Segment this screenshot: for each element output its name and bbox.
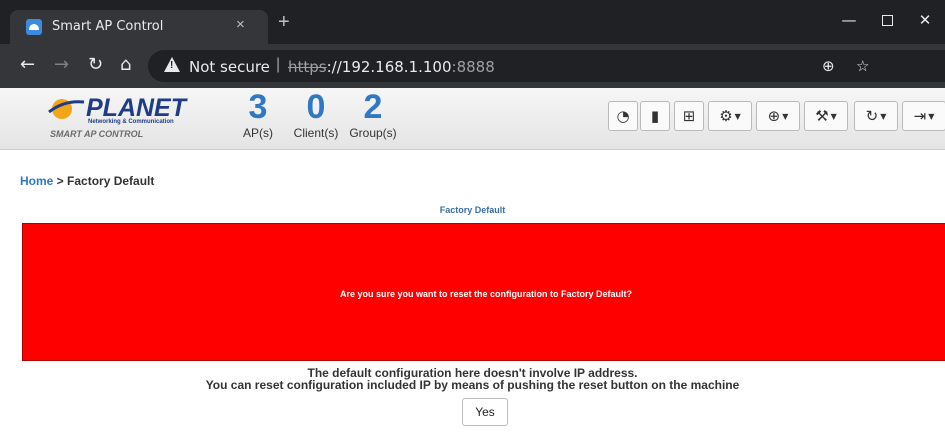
logout-menu-button[interactable]: ⇥ ▼ xyxy=(902,101,945,131)
chevron-down-icon: ▼ xyxy=(734,111,741,121)
maximize-button[interactable] xyxy=(870,8,904,32)
topology-button[interactable]: ⊞ xyxy=(674,101,704,131)
url-host: ://192.168.1.100 xyxy=(326,58,452,76)
yes-button[interactable]: Yes xyxy=(462,398,508,426)
tab-close-icon[interactable]: × xyxy=(236,16,245,33)
dashboard-button[interactable]: ◔ xyxy=(608,101,638,131)
aps-stat[interactable]: 3 AP(s) xyxy=(238,88,278,140)
factory-default-warning-box: Are you sure you want to reset the confi… xyxy=(22,223,945,361)
address-bar[interactable]: Not secure | https://192.168.1.100:8888 … xyxy=(148,50,945,82)
minimize-button[interactable]: — xyxy=(832,8,866,32)
tab-title: Smart AP Control xyxy=(52,19,164,34)
clients-label: Client(s) xyxy=(293,126,339,140)
not-secure-label[interactable]: Not secure xyxy=(189,58,270,76)
reset-note-line-2: You can reset configuration included IP … xyxy=(205,378,740,392)
topology-icon: ⊞ xyxy=(682,107,696,125)
statistics-icon: ▮ xyxy=(650,107,660,125)
statistics-button[interactable]: ▮ xyxy=(640,101,670,131)
globe-icon: ⊕ xyxy=(767,107,781,125)
bookmark-star-icon[interactable]: ☆ xyxy=(856,57,869,75)
warning-icon xyxy=(164,57,180,72)
app-favicon-icon xyxy=(26,19,42,35)
reload-button[interactable]: ↻ xyxy=(88,55,103,75)
breadcrumb-separator: > xyxy=(53,174,68,188)
groups-label: Group(s) xyxy=(349,126,397,140)
reset-note: The default configuration here doesn't i… xyxy=(0,367,945,391)
maximize-icon xyxy=(881,15,893,26)
settings-menu-button[interactable]: ⚙ ▼ xyxy=(708,101,752,131)
breadcrumb: Home > Factory Default xyxy=(20,174,154,188)
app-header: PLANET Networking & Communication SMART … xyxy=(0,88,945,150)
network-menu-button[interactable]: ⊕ ▼ xyxy=(756,101,800,131)
url-scheme: https xyxy=(288,58,327,76)
zoom-icon[interactable]: ⊕ xyxy=(822,57,835,75)
logo-caption: SMART AP CONTROL xyxy=(50,129,144,139)
aps-count: 3 xyxy=(248,88,268,126)
browser-titlebar: Smart AP Control × + — ✕ xyxy=(0,0,945,44)
browser-tab[interactable]: Smart AP Control × xyxy=(10,10,268,44)
dashboard-icon: ◔ xyxy=(616,107,630,125)
planet-logo-icon xyxy=(48,99,85,119)
chevron-down-icon: ▼ xyxy=(928,111,935,121)
groups-count: 2 xyxy=(363,88,383,126)
aps-label: AP(s) xyxy=(243,126,273,140)
chevron-down-icon: ▼ xyxy=(880,111,887,121)
groups-stat[interactable]: 2 Group(s) xyxy=(345,88,401,140)
new-tab-button[interactable]: + xyxy=(278,12,290,32)
chevron-down-icon: ▼ xyxy=(782,111,789,121)
url-text[interactable]: https://192.168.1.100:8888 xyxy=(288,58,495,76)
wrench-icon: ⚒ xyxy=(815,107,829,125)
breadcrumb-current: Factory Default xyxy=(67,174,155,188)
url-separator: | xyxy=(276,56,281,73)
refresh-menu-button[interactable]: ↻ ▼ xyxy=(854,101,898,131)
clients-stat[interactable]: 0 Client(s) xyxy=(286,88,346,140)
logo-subtitle: Networking & Communication xyxy=(88,119,174,125)
section-title: Factory Default xyxy=(439,205,506,215)
back-button[interactable]: ← xyxy=(20,55,35,75)
refresh-icon: ↻ xyxy=(865,107,879,125)
gear-icon: ⚙ xyxy=(719,107,733,125)
logout-icon: ⇥ xyxy=(913,107,927,125)
forward-button[interactable]: → xyxy=(54,55,69,75)
tools-menu-button[interactable]: ⚒ ▼ xyxy=(804,101,848,131)
browser-toolbar: ← → ↻ ⌂ Not secure | https://192.168.1.1… xyxy=(0,44,945,88)
url-port: :8888 xyxy=(451,58,495,76)
warning-message: Are you sure you want to reset the confi… xyxy=(339,289,633,299)
clients-count: 0 xyxy=(306,88,326,126)
home-button[interactable]: ⌂ xyxy=(120,55,131,75)
breadcrumb-home-link[interactable]: Home xyxy=(20,174,53,188)
planet-logo[interactable]: PLANET Networking & Communication SMART … xyxy=(48,94,186,146)
chevron-down-icon: ▼ xyxy=(830,111,837,121)
close-window-button[interactable]: ✕ xyxy=(908,8,942,32)
